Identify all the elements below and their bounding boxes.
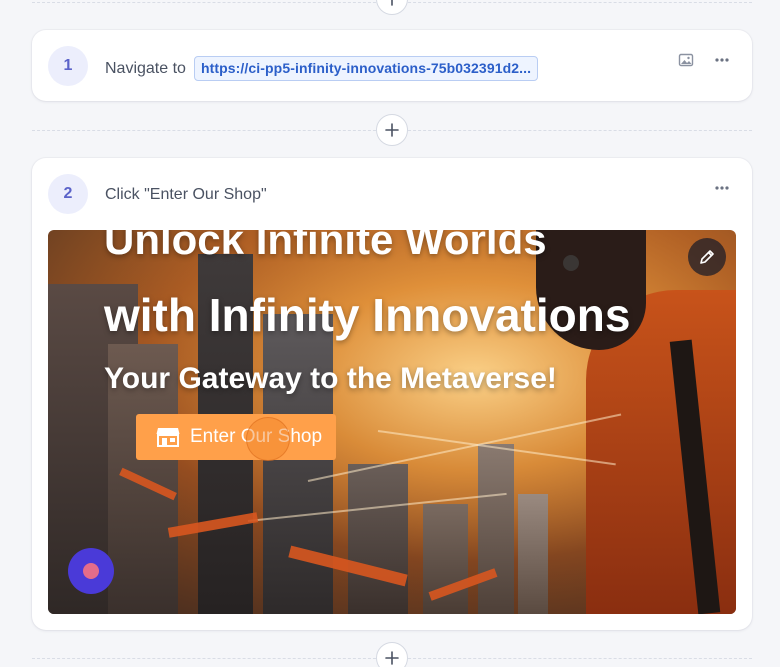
record-button[interactable] [68, 548, 114, 594]
plus-icon [385, 123, 399, 137]
add-step-button[interactable] [376, 114, 408, 146]
step-number: 2 [48, 174, 88, 214]
click-indicator [246, 417, 290, 461]
step-actions [714, 180, 730, 196]
hero-tagline: Your Gateway to the Metaverse! [104, 362, 557, 395]
floating-orb [563, 255, 579, 271]
step-card-1: 1 Navigate to https://ci-pp5-infinity-in… [32, 30, 752, 101]
step-action-label: Navigate to [105, 59, 186, 77]
hero-headline-2: with Infinity Innovations [104, 289, 631, 341]
add-step-button[interactable] [376, 0, 408, 15]
step-description: Click "Enter Our Shop" [105, 186, 267, 204]
image-icon[interactable] [678, 52, 694, 68]
more-horizontal-icon[interactable] [714, 52, 730, 68]
background-building [263, 314, 333, 614]
background-building [518, 494, 548, 614]
storefront-icon [156, 428, 180, 447]
hero-headline-1: Unlock Infinite Worlds [104, 230, 547, 263]
plus-icon [391, 0, 393, 6]
step-description: Navigate to https://ci-pp5-infinity-inno… [105, 56, 539, 81]
background-building [478, 444, 514, 614]
edit-screenshot-button[interactable] [688, 238, 726, 276]
record-dot-icon [83, 563, 99, 579]
step-number: 1 [48, 46, 88, 86]
step-action-label: Click "Enter Our Shop" [105, 186, 267, 203]
pencil-icon [700, 250, 714, 264]
step-card-2: 2 Click "Enter Our Shop" Unlock Infinite… [32, 158, 752, 630]
plus-icon [385, 651, 399, 665]
more-horizontal-icon[interactable] [714, 180, 730, 196]
light-streak [307, 413, 622, 482]
add-step-button[interactable] [376, 642, 408, 667]
url-chip[interactable]: https://ci-pp5-infinity-innovations-75b0… [193, 56, 539, 81]
background-building [348, 464, 408, 614]
step-screenshot: Unlock Infinite Worlds with Infinity Inn… [48, 230, 736, 614]
step-actions [678, 52, 730, 68]
enter-shop-button[interactable]: Enter Our Shop [136, 414, 336, 460]
workflow-editor: 1 Navigate to https://ci-pp5-infinity-in… [0, 0, 780, 667]
